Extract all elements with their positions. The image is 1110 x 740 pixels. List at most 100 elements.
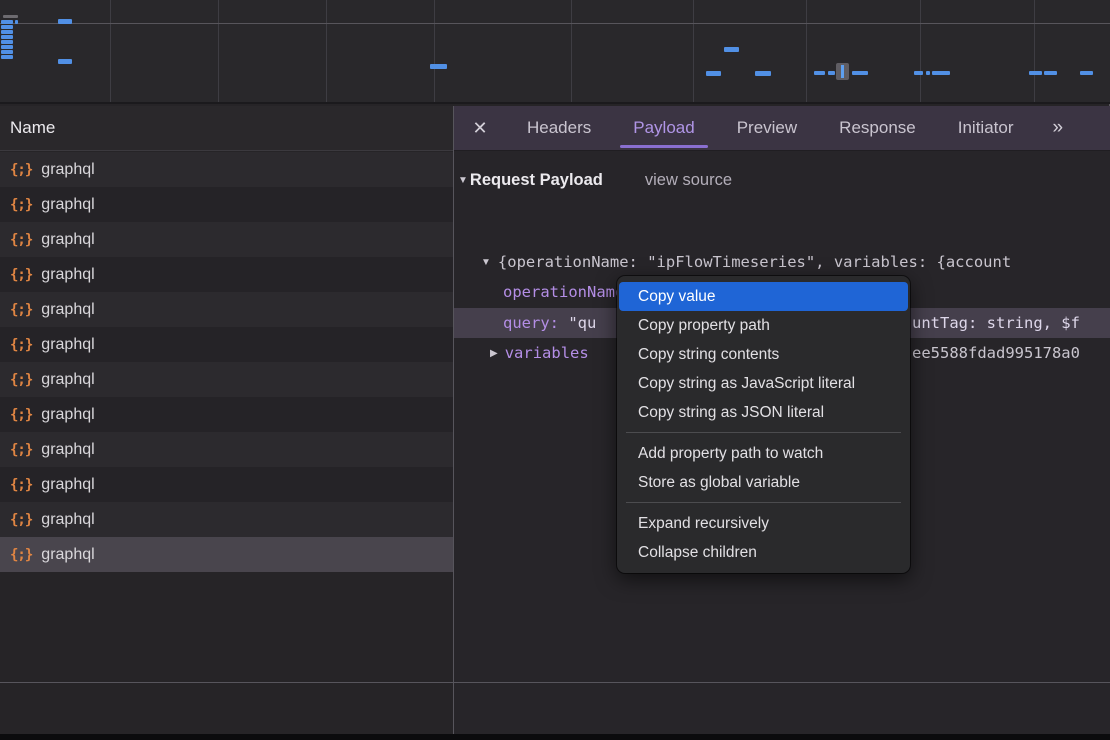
- summary-bar-divider: [0, 682, 1110, 683]
- payload-root-node[interactable]: ▼ {operationName: "ipFlowTimeseries", va…: [481, 247, 1011, 277]
- timeline-gridline: [110, 0, 111, 102]
- request-timing-bar: [15, 20, 18, 24]
- menu-item-expand-recursively[interactable]: Expand recursively: [619, 509, 908, 538]
- table-row[interactable]: {;}graphql: [0, 327, 453, 362]
- menu-item-add-property-path-to-watch[interactable]: Add property path to watch: [619, 439, 908, 468]
- request-timing-bar: [926, 71, 930, 75]
- request-timing-bar: [724, 47, 739, 52]
- request-timing-bar: [58, 19, 72, 24]
- tab-payload[interactable]: Payload: [612, 106, 715, 150]
- table-row[interactable]: {;} graphql: [0, 187, 453, 222]
- name-column-label: Name: [10, 118, 55, 138]
- json-fetch-icon: {;}: [10, 337, 32, 353]
- details-tabbar: ✕ Headers Payload Preview Response Initi…: [454, 106, 1110, 151]
- request-name: graphql: [41, 406, 94, 424]
- payload-query-node[interactable]: query: "qu: [503, 308, 596, 338]
- request-timing-bar: [852, 71, 868, 75]
- menu-item-copy-value[interactable]: Copy value: [619, 282, 908, 311]
- request-timing-bar: [755, 71, 771, 76]
- table-row[interactable]: {;} graphql: [0, 362, 453, 397]
- request-timing-bar: [1, 25, 13, 29]
- menu-item-copy-property-path[interactable]: Copy property path: [619, 311, 908, 340]
- request-name: graphql: [41, 266, 94, 284]
- request-timing-bar: [58, 59, 72, 64]
- context-menu: Copy value Copy property path Copy strin…: [617, 276, 910, 573]
- json-fetch-icon: {;}: [10, 197, 32, 213]
- table-row[interactable]: {;} graphql: [0, 152, 453, 187]
- json-fetch-icon: {;}: [10, 442, 32, 458]
- request-name: graphql: [41, 371, 94, 389]
- expand-triangle-icon[interactable]: ▶: [490, 348, 498, 359]
- variables-preview-continuation: ee5588fdad995178a0: [912, 338, 1080, 368]
- table-row[interactable]: {;}graphql: [0, 502, 453, 537]
- table-row[interactable]: {;} graphql: [0, 397, 453, 432]
- table-row[interactable]: {;} graphql: [0, 432, 453, 467]
- menu-item-collapse-children[interactable]: Collapse children: [619, 538, 908, 567]
- more-tabs-icon[interactable]: »: [1036, 106, 1079, 150]
- table-row[interactable]: {;}graphql: [0, 467, 453, 502]
- request-timing-bar: [1029, 71, 1042, 75]
- json-fetch-icon: {;}: [10, 372, 32, 388]
- timeline-gridline: [218, 0, 219, 102]
- menu-item-copy-string-contents[interactable]: Copy string contents: [619, 340, 908, 369]
- timeline-gridline: [571, 0, 572, 102]
- devtools-window: { "overview": { "hlines_y": [23], "gridl…: [0, 0, 1110, 740]
- request-timing-bar: [706, 71, 721, 76]
- table-row[interactable]: {;}graphql: [0, 292, 453, 327]
- request-timing-bar: [814, 71, 825, 75]
- request-name: graphql: [41, 196, 94, 214]
- tab-initiator[interactable]: Initiator: [937, 106, 1035, 150]
- timeline-gridline: [806, 0, 807, 102]
- panel-resize-divider[interactable]: [453, 106, 454, 734]
- request-payload-section[interactable]: ▼ Request Payload view source: [458, 166, 732, 194]
- expand-triangle-icon[interactable]: ▼: [481, 257, 491, 268]
- request-name: graphql: [41, 161, 94, 179]
- timeline-gridline: [326, 0, 327, 102]
- table-row-selected[interactable]: {;}graphql: [0, 537, 453, 572]
- collapse-triangle-icon[interactable]: ▼: [458, 175, 468, 186]
- request-list-panel: Name {;} graphql {;} graphql {;} graphql {;…: [0, 106, 453, 734]
- timeline-gridline: [1034, 0, 1035, 102]
- payload-variables-node[interactable]: ▶ variables: [490, 338, 589, 368]
- request-timing-bar: [1, 30, 13, 34]
- table-row[interactable]: {;} graphql: [0, 222, 453, 257]
- root-preview-text: {operationName: "ipFlowTimeseries", vari…: [498, 253, 1011, 271]
- menu-separator: [626, 502, 901, 503]
- request-rows: {;} graphql {;} graphql {;} graphql {;} grap…: [0, 152, 453, 572]
- menu-item-copy-string-js-literal[interactable]: Copy string as JavaScript literal: [619, 369, 908, 398]
- request-name: graphql: [41, 546, 94, 564]
- timeline-gridline: [434, 0, 435, 102]
- name-column-header[interactable]: Name: [0, 106, 453, 151]
- json-fetch-icon: {;}: [10, 407, 32, 423]
- table-row[interactable]: {;} graphql: [0, 257, 453, 292]
- menu-item-copy-string-json-literal[interactable]: Copy string as JSON literal: [619, 398, 908, 427]
- property-key: query:: [503, 314, 568, 332]
- json-fetch-icon: {;}: [10, 512, 32, 528]
- query-value-continuation: untTag: string, $f: [912, 308, 1080, 338]
- tab-headers[interactable]: Headers: [506, 106, 612, 150]
- request-timing-bar: [1080, 71, 1093, 75]
- request-timing-bar: [1, 45, 13, 49]
- request-timing-bar: [3, 15, 18, 18]
- json-fetch-icon: {;}: [10, 302, 32, 318]
- property-key: variables: [505, 344, 589, 362]
- json-fetch-icon: {;}: [10, 267, 32, 283]
- timeline-hline: [0, 23, 1110, 24]
- request-name: graphql: [41, 441, 94, 459]
- request-timing-bar: [1, 40, 13, 44]
- view-source-link[interactable]: view source: [645, 171, 732, 190]
- close-icon[interactable]: ✕: [454, 106, 506, 150]
- json-fetch-icon: {;}: [10, 232, 32, 248]
- network-main-area: Name {;} graphql {;} graphql {;} graphql {;…: [0, 106, 1110, 734]
- request-timing-bar: [932, 71, 950, 75]
- request-timing-bar: [1, 55, 13, 59]
- menu-item-store-as-global-variable[interactable]: Store as global variable: [619, 468, 908, 497]
- network-overview-timeline[interactable]: [0, 0, 1110, 104]
- request-name: graphql: [41, 231, 94, 249]
- request-timing-bar: [828, 71, 835, 75]
- tab-preview[interactable]: Preview: [716, 106, 818, 150]
- json-fetch-icon: {;}: [10, 162, 32, 178]
- request-timing-bar: [1044, 71, 1057, 75]
- tab-response[interactable]: Response: [818, 106, 937, 150]
- window-bottom-edge: [0, 734, 1110, 740]
